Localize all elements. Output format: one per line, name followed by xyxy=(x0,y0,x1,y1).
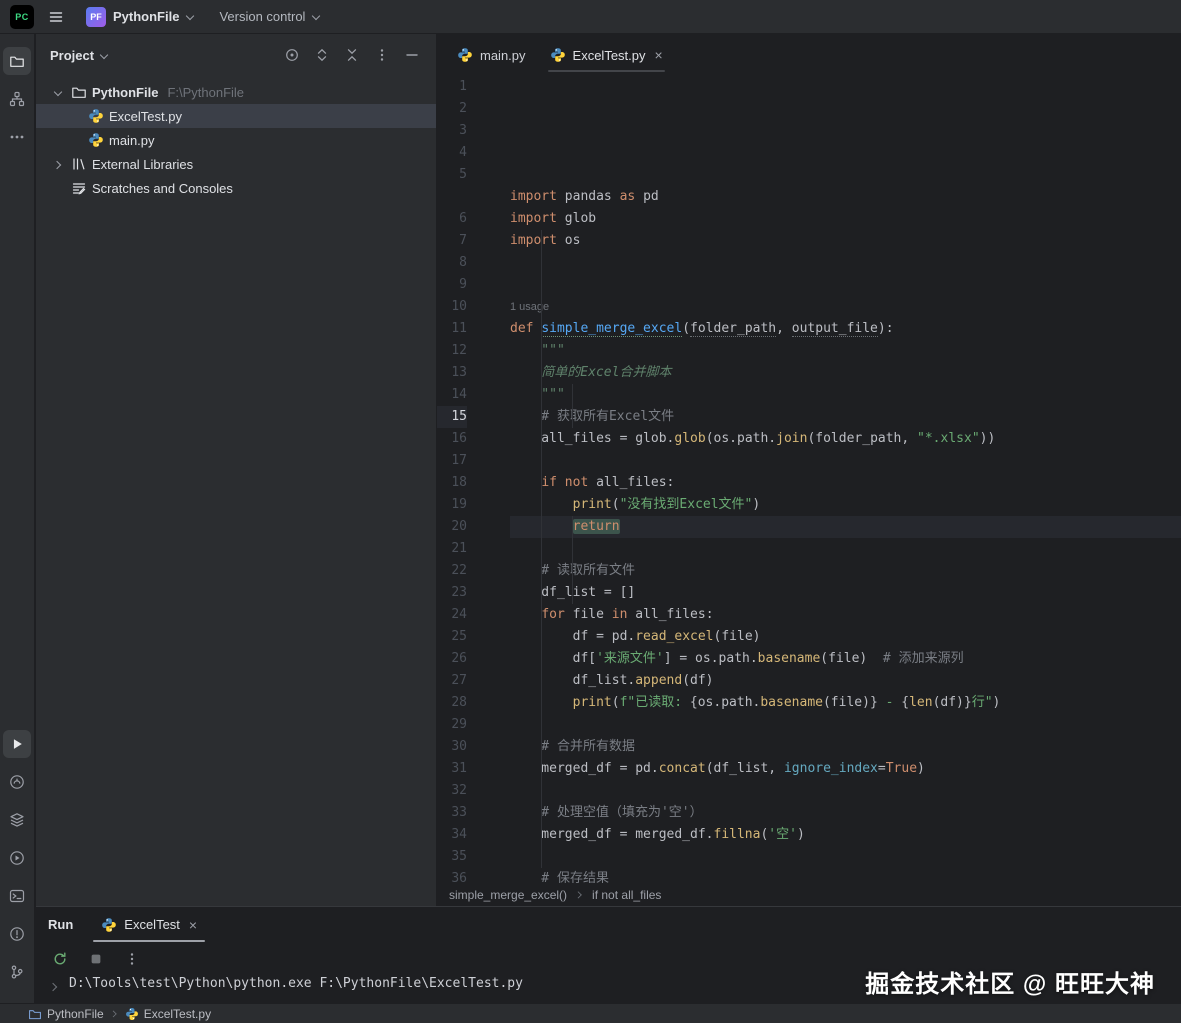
tree-item-external-libraries[interactable]: External Libraries xyxy=(36,152,436,176)
statusbar-file-crumb[interactable]: ExcelTest.py xyxy=(125,1007,211,1021)
project-widget[interactable]: PF PythonFile xyxy=(78,3,203,31)
breadcrumb-statement[interactable]: if not all_files xyxy=(592,888,661,902)
editor-area: main.py ExcelTest.py × 12345678910111213… xyxy=(437,34,1181,906)
project-tool-icon[interactable] xyxy=(3,47,31,75)
tab-exceltest[interactable]: ExcelTest.py × xyxy=(538,34,675,76)
services-icon[interactable] xyxy=(3,806,31,834)
chevron-down-icon xyxy=(100,51,109,60)
main-menu-icon[interactable] xyxy=(42,5,70,29)
project-panel: Project PythonFile F:\Pyth xyxy=(36,34,437,906)
python-file-icon xyxy=(125,1007,139,1021)
python-file-icon xyxy=(88,132,104,148)
pycharm-logo[interactable]: PC xyxy=(10,5,34,29)
hide-panel-icon[interactable] xyxy=(400,43,424,67)
collapse-all-icon[interactable] xyxy=(340,43,364,67)
indent-guide xyxy=(541,230,542,868)
statusbar-project-crumb[interactable]: PythonFile xyxy=(28,1007,104,1021)
breadcrumb: simple_merge_excel() if not all_files xyxy=(437,883,1181,906)
tree-item-path-hint: F:\PythonFile xyxy=(167,85,244,100)
structure-icon[interactable] xyxy=(3,85,31,113)
chevron-right-icon xyxy=(111,1010,118,1017)
expand-all-icon[interactable] xyxy=(310,43,334,67)
run-tab-label: ExcelTest xyxy=(124,917,180,932)
tree-item-pythonfile-root[interactable]: PythonFile F:\PythonFile xyxy=(36,80,436,104)
editor-gutter[interactable]: 1234567891011121314151617181920212223242… xyxy=(437,76,510,883)
python-console-icon[interactable] xyxy=(3,768,31,796)
status-bar: PythonFile ExcelTest.py xyxy=(0,1003,1181,1023)
close-icon[interactable]: × xyxy=(655,48,663,62)
project-view-selector[interactable]: Project xyxy=(50,48,109,63)
tree-item-scratches[interactable]: Scratches and Consoles xyxy=(36,176,436,200)
more-tool-windows-icon[interactable] xyxy=(3,123,31,151)
rerun-icon[interactable] xyxy=(50,949,70,969)
statusbar-file-label: ExcelTest.py xyxy=(144,1007,211,1021)
project-panel-title: Project xyxy=(50,48,94,63)
run-tab-exceltest[interactable]: ExcelTest × xyxy=(93,907,205,942)
close-icon[interactable]: × xyxy=(189,918,197,932)
version-control-icon[interactable] xyxy=(3,958,31,986)
chevron-down-icon xyxy=(312,12,321,21)
python-file-icon xyxy=(457,47,473,63)
project-badge: PF xyxy=(86,7,106,27)
python-file-icon xyxy=(550,47,566,63)
chevron-right-icon xyxy=(54,160,63,169)
folder-icon xyxy=(71,84,87,100)
more-options-icon[interactable] xyxy=(122,949,142,969)
watermark-text: 掘金技术社区 @ 旺旺大神 xyxy=(865,964,1155,999)
breadcrumb-function[interactable]: simple_merge_excel() xyxy=(449,888,567,902)
run-panel-header: Run ExcelTest × xyxy=(36,907,1181,942)
tree-item-label: External Libraries xyxy=(92,157,193,172)
tab-label: main.py xyxy=(480,48,526,63)
scratches-icon xyxy=(71,180,87,196)
code-editor[interactable]: import pandas as pdimport globimport os1… xyxy=(510,76,1181,883)
libraries-icon xyxy=(71,156,87,172)
indent-guide xyxy=(572,516,573,604)
folder-icon xyxy=(28,1007,42,1021)
vcs-widget[interactable]: Version control xyxy=(211,5,329,28)
editor-tab-bar: main.py ExcelTest.py × xyxy=(437,34,1181,76)
stop-icon[interactable] xyxy=(86,949,106,969)
statusbar-project-label: PythonFile xyxy=(47,1007,104,1021)
vcs-widget-label: Version control xyxy=(219,9,305,24)
indent-guide xyxy=(572,384,573,428)
problems-icon[interactable] xyxy=(3,920,31,948)
terminal-icon[interactable] xyxy=(3,882,31,910)
tree-item-mainpy[interactable]: main.py xyxy=(36,128,436,152)
code-region: 1234567891011121314151617181920212223242… xyxy=(437,76,1181,883)
title-bar: PC PF PythonFile Version control xyxy=(0,0,1181,34)
chevron-down-icon xyxy=(54,88,63,97)
tree-item-label: ExcelTest.py xyxy=(109,109,182,124)
run-panel-title[interactable]: Run xyxy=(48,917,73,932)
run-tool-icon[interactable] xyxy=(3,730,31,758)
python-file-icon xyxy=(88,108,104,124)
fold-chevron-icon[interactable] xyxy=(50,980,59,995)
tab-label: ExcelTest.py xyxy=(573,48,646,63)
tree-item-label: PythonFile xyxy=(92,85,158,100)
tree-item-label: Scratches and Consoles xyxy=(92,181,233,196)
project-panel-header: Project xyxy=(36,34,436,76)
select-opened-file-icon[interactable] xyxy=(280,43,304,67)
console-output-line: D:\Tools\test\Python\python.exe F:\Pytho… xyxy=(69,976,523,991)
tree-item-label: main.py xyxy=(109,133,155,148)
more-options-icon[interactable] xyxy=(370,43,394,67)
project-widget-label: PythonFile xyxy=(113,9,179,24)
tool-window-stripe xyxy=(0,34,35,1003)
chevron-down-icon xyxy=(186,12,195,21)
python-run-icon xyxy=(101,917,117,933)
chevron-right-icon xyxy=(576,891,584,899)
tab-mainpy[interactable]: main.py xyxy=(445,34,538,76)
tree-item-exceltest[interactable]: ExcelTest.py xyxy=(36,104,436,128)
profiler-icon[interactable] xyxy=(3,844,31,872)
project-tree: PythonFile F:\PythonFile ExcelTest.py ma… xyxy=(36,76,436,200)
